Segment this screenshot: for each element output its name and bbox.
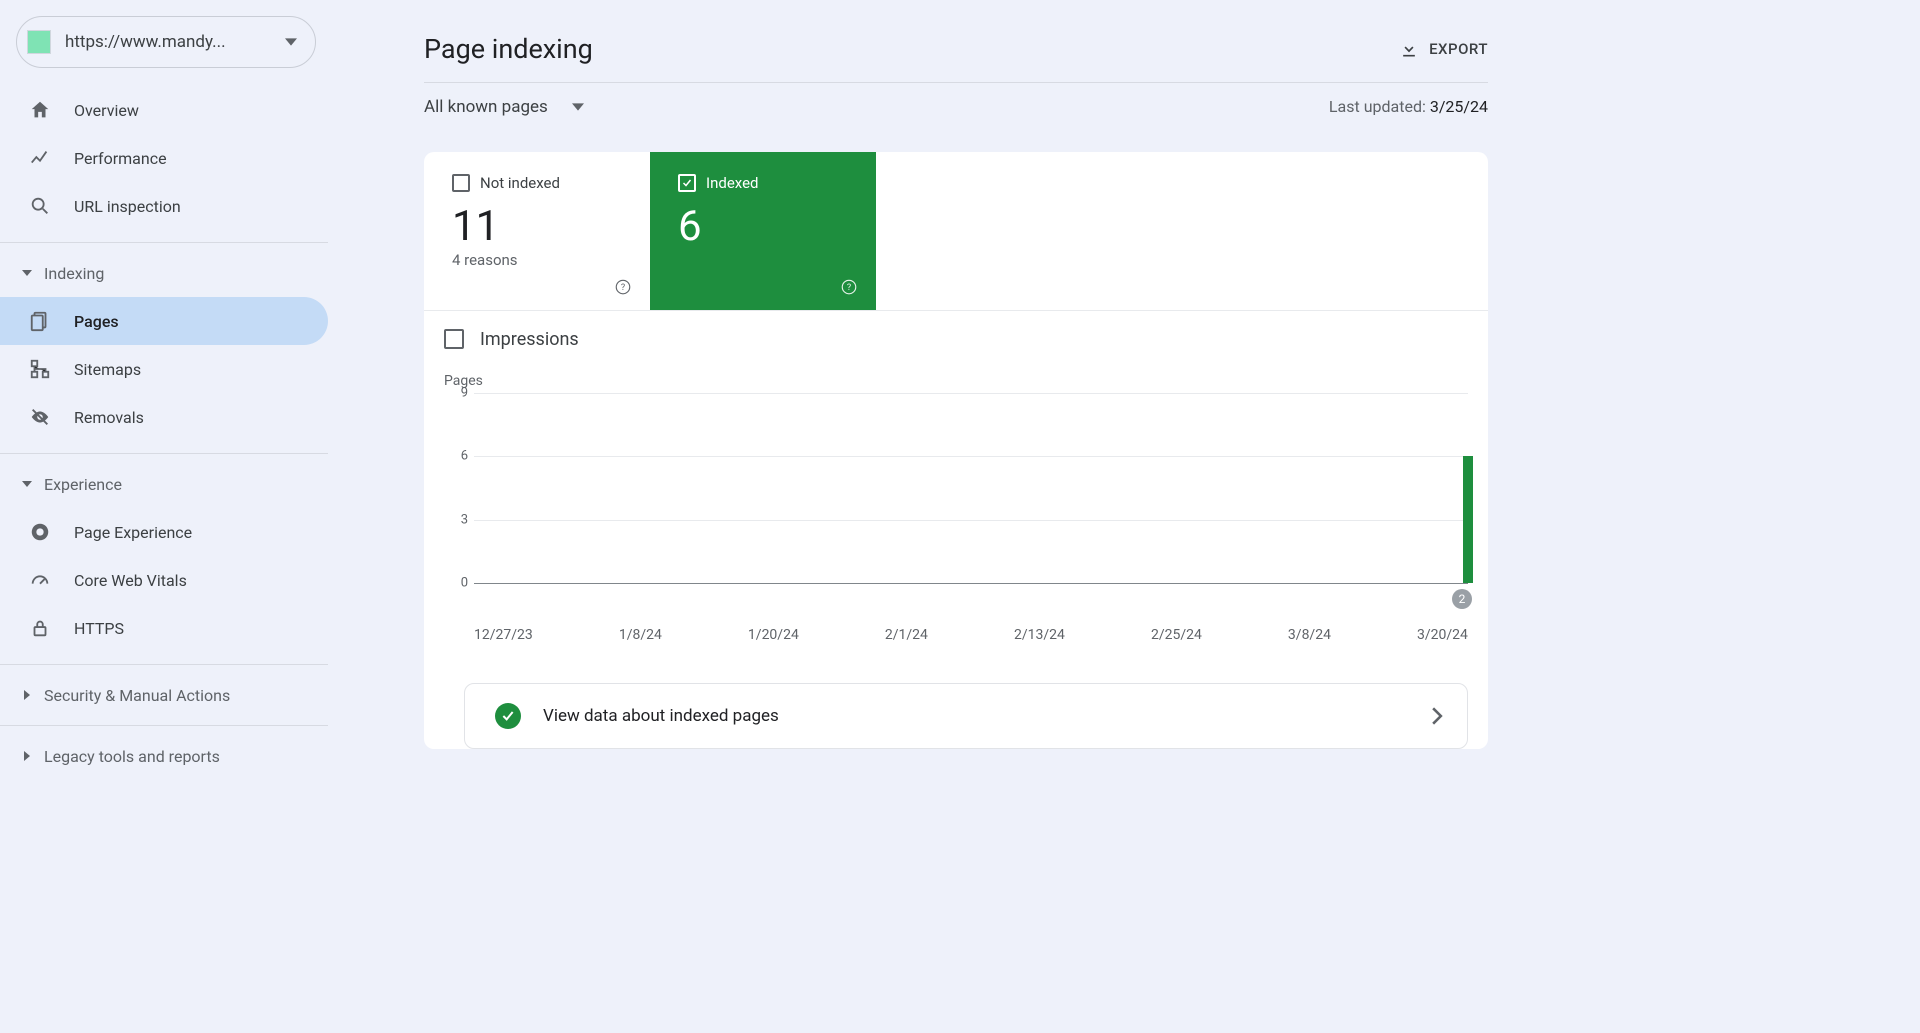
export-button[interactable]: EXPORT	[1399, 39, 1488, 59]
section-security[interactable]: Security & Manual Actions	[0, 671, 328, 719]
caret-down-icon	[572, 101, 584, 113]
stat-sub: 4 reasons	[452, 251, 622, 269]
stat-value: 11	[452, 202, 622, 251]
page-icon	[28, 309, 52, 333]
section-indexing[interactable]: Indexing	[0, 249, 328, 297]
section-legacy[interactable]: Legacy tools and reports	[0, 732, 328, 780]
section-title: Security & Manual Actions	[44, 686, 230, 705]
svg-text:?: ?	[847, 283, 851, 293]
stat-indexed[interactable]: Indexed 6 ?	[650, 152, 876, 310]
download-icon	[1399, 39, 1419, 59]
nav-label: Page Experience	[74, 523, 192, 542]
nav-removals[interactable]: Removals	[0, 393, 328, 441]
y-tick: 6	[461, 449, 468, 464]
caret-down-icon	[20, 479, 34, 489]
filter-dropdown[interactable]: All known pages	[424, 97, 584, 117]
main: Page indexing EXPORT All known pages Las…	[328, 0, 1520, 822]
stat-value: 6	[678, 202, 848, 251]
section-title: Legacy tools and reports	[44, 747, 220, 766]
y-tick: 0	[461, 576, 468, 591]
speed-icon	[28, 568, 52, 592]
checkbox-unchecked-icon[interactable]	[452, 174, 470, 192]
stat-label: Not indexed	[480, 174, 560, 192]
nav-label: Performance	[74, 149, 167, 168]
caret-right-icon	[20, 690, 34, 700]
help-icon[interactable]: ?	[840, 278, 858, 296]
last-updated: Last updated: 3/25/24	[1329, 97, 1488, 116]
nav-page-experience[interactable]: Page Experience	[0, 508, 328, 556]
property-url: https://www.mandy...	[65, 32, 285, 52]
chart-y-title: Pages	[444, 373, 1468, 389]
indexing-card: Not indexed 11 4 reasons ? Indexed	[424, 152, 1488, 749]
nav-url-inspection[interactable]: URL inspection	[0, 182, 328, 230]
impressions-toggle[interactable]: Impressions	[424, 311, 1488, 367]
property-favicon	[27, 30, 51, 54]
checkbox-checked-icon[interactable]	[678, 174, 696, 192]
nav-label: Sitemaps	[74, 360, 141, 379]
check-circle-icon	[495, 703, 521, 729]
nav-label: Pages	[74, 312, 119, 331]
nav-label: Overview	[74, 101, 139, 120]
section-title: Experience	[44, 475, 122, 494]
sidebar: https://www.mandy... Overview Performanc…	[0, 0, 328, 822]
help-icon[interactable]: ?	[614, 278, 632, 296]
search-icon	[28, 194, 52, 218]
chart-bar[interactable]	[1463, 456, 1473, 583]
trend-icon	[28, 146, 52, 170]
nav-pages[interactable]: Pages	[0, 297, 328, 345]
nav-overview[interactable]: Overview	[0, 86, 328, 134]
stat-label: Indexed	[706, 174, 759, 192]
x-tick: 2/25/24	[1151, 627, 1202, 643]
x-tick: 1/20/24	[748, 627, 799, 643]
svg-text:?: ?	[621, 283, 625, 293]
circle-icon	[28, 520, 52, 544]
chart: Pages 0 3 6 9 2 12/27/23 1/8/24 1/20/24 2/1/24…	[424, 367, 1488, 643]
sitemap-icon	[28, 357, 52, 381]
x-tick: 2/13/24	[1014, 627, 1065, 643]
stat-not-indexed[interactable]: Not indexed 11 4 reasons ?	[424, 152, 650, 310]
caret-down-icon	[285, 36, 297, 48]
checkbox-unchecked-icon[interactable]	[444, 329, 464, 349]
page-title: Page indexing	[424, 33, 1399, 65]
property-selector[interactable]: https://www.mandy...	[16, 16, 316, 68]
nav-label: URL inspection	[74, 197, 181, 216]
home-icon	[28, 98, 52, 122]
caret-right-icon	[20, 751, 34, 761]
x-tick: 3/20/24	[1417, 627, 1468, 643]
nav-https[interactable]: HTTPS	[0, 604, 328, 652]
nav-core-web-vitals[interactable]: Core Web Vitals	[0, 556, 328, 604]
impressions-label: Impressions	[480, 329, 579, 350]
nav-performance[interactable]: Performance	[0, 134, 328, 182]
view-indexed-data-link[interactable]: View data about indexed pages	[464, 683, 1468, 749]
y-tick: 9	[461, 386, 468, 401]
x-tick: 1/8/24	[619, 627, 662, 643]
visibility-off-icon	[28, 405, 52, 429]
filter-label: All known pages	[424, 97, 548, 117]
lock-icon	[28, 616, 52, 640]
chart-badge[interactable]: 2	[1452, 589, 1472, 609]
section-experience[interactable]: Experience	[0, 460, 328, 508]
y-tick: 3	[461, 512, 468, 527]
nav-label: HTTPS	[74, 619, 124, 638]
nav-sitemaps[interactable]: Sitemaps	[0, 345, 328, 393]
caret-down-icon	[20, 268, 34, 278]
chevron-right-icon	[1431, 707, 1443, 725]
x-tick: 3/8/24	[1288, 627, 1331, 643]
nav-label: Core Web Vitals	[74, 571, 187, 590]
section-title: Indexing	[44, 264, 104, 283]
export-label: EXPORT	[1429, 40, 1488, 58]
nav-label: Removals	[74, 408, 144, 427]
x-tick: 12/27/23	[474, 627, 533, 643]
x-tick: 2/1/24	[885, 627, 928, 643]
view-data-label: View data about indexed pages	[543, 706, 1409, 726]
